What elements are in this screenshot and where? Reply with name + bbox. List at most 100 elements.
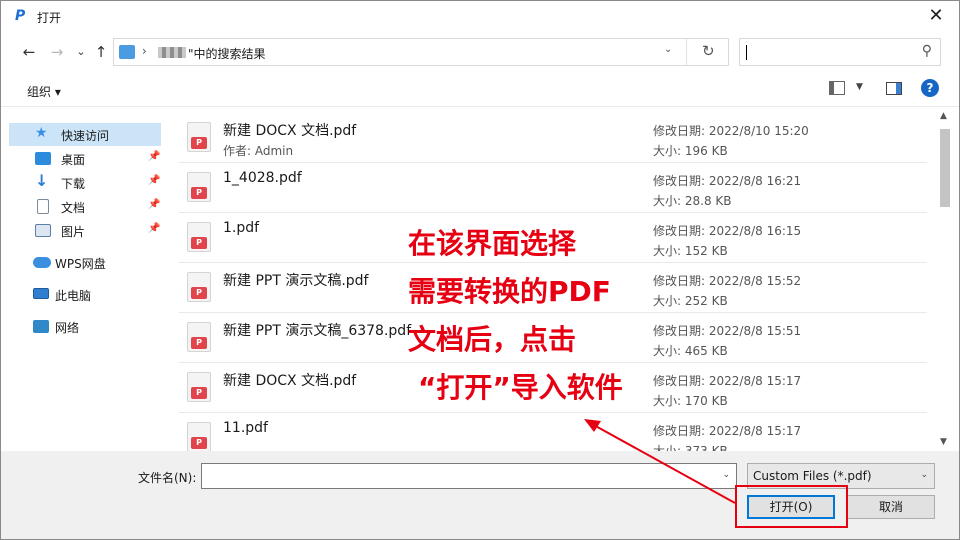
file-size: 大小: 196 KB (653, 144, 728, 158)
window-title: 打开 (37, 11, 62, 25)
sidebar-item-quick-access[interactable]: ★ 快速访问 (9, 123, 161, 146)
scroll-up-arrow[interactable]: ▲ (940, 111, 947, 121)
pdf-file-icon: P (187, 422, 211, 451)
file-author: 作者: Admin (223, 144, 294, 158)
search-icon[interactable]: ⚲ (922, 43, 932, 59)
pin-icon[interactable]: 📌 (148, 151, 160, 162)
filename-input[interactable]: ⌄ (201, 463, 737, 489)
sidebar-item-label: 网络 (55, 321, 80, 335)
file-name: 新建 DOCX 文档.pdf (223, 123, 357, 139)
file-name: 新建 DOCX 文档.pdf (223, 373, 357, 389)
sidebar-item-label: 文档 (61, 201, 86, 215)
sidebar-item-desktop[interactable]: 桌面 📌 (9, 147, 161, 170)
address-text: "中的搜索结果 (188, 47, 266, 61)
pdf-badge: P (191, 237, 207, 249)
file-name: 新建 PPT 演示文稿.pdf (223, 273, 369, 289)
document-icon (37, 199, 49, 214)
file-modified-date: 修改日期: 2022/8/8 16:15 (653, 224, 802, 238)
pdf-file-icon: P (187, 372, 211, 402)
sidebar-item-downloads[interactable]: ↓ 下载 📌 (9, 171, 161, 194)
file-modified-date: 修改日期: 2022/8/8 16:21 (653, 174, 802, 188)
pdf-file-icon: P (187, 122, 211, 152)
pdf-badge: P (191, 437, 207, 449)
pin-icon[interactable]: 📌 (148, 199, 160, 210)
help-icon[interactable]: ? (921, 79, 939, 97)
preview-pane-icon[interactable] (886, 82, 902, 95)
cancel-button[interactable]: 取消 (847, 495, 935, 519)
computer-icon (33, 288, 49, 299)
annotation-line: 文档后，点击 (408, 323, 577, 356)
navigation-bar: ← → ⌄ ↑ › "中的搜索结果 ⌄ ↻ ⚲ (1, 33, 959, 73)
picture-icon (35, 224, 51, 237)
pdf-file-icon: P (187, 322, 211, 352)
sidebar-item-label: WPS网盘 (55, 257, 106, 271)
sidebar-item-label: 桌面 (61, 153, 86, 167)
obscured-search-term (158, 47, 186, 58)
address-dropdown-button[interactable]: ⌄ (664, 44, 672, 55)
open-button-highlight-box (735, 485, 848, 528)
file-name: 新建 PPT 演示文稿_6378.pdf (223, 323, 412, 339)
file-modified-date: 修改日期: 2022/8/8 15:52 (653, 274, 802, 288)
filename-label: 文件名(N): (138, 471, 197, 485)
vertical-scrollbar[interactable]: ▲ ▼ (937, 107, 953, 451)
app-icon: P (15, 8, 26, 24)
sidebar-item-label: 此电脑 (55, 289, 92, 303)
sidebar-item-this-pc[interactable]: 此电脑 (9, 283, 161, 306)
refresh-button[interactable]: ↻ (702, 42, 715, 60)
sidebar-item-wps-cloud[interactable]: WPS网盘 (9, 251, 161, 274)
chevron-down-icon: ⌄ (920, 470, 928, 480)
file-name: 1_4028.pdf (223, 170, 302, 186)
breadcrumb-separator[interactable]: › (142, 44, 147, 58)
pdf-badge: P (191, 387, 207, 399)
desktop-icon (35, 152, 51, 165)
view-options-icon[interactable] (829, 81, 845, 95)
address-divider (686, 39, 687, 65)
search-input[interactable]: ⚲ (739, 38, 941, 66)
sidebar-item-pictures[interactable]: 图片 📌 (9, 219, 161, 242)
pdf-badge: P (191, 287, 207, 299)
up-button[interactable]: ↑ (91, 41, 111, 63)
file-name: 1.pdf (223, 220, 260, 236)
file-name: 11.pdf (223, 420, 268, 436)
pin-icon[interactable]: 📌 (148, 223, 160, 234)
filename-history-dropdown[interactable]: ⌄ (722, 470, 730, 480)
pdf-file-icon: P (187, 222, 211, 252)
network-icon (33, 320, 49, 333)
text-caret (746, 45, 747, 60)
scroll-down-arrow[interactable]: ▼ (940, 437, 947, 447)
file-modified-date: 修改日期: 2022/8/8 15:51 (653, 324, 802, 338)
annotation-line: 在该界面选择 (408, 227, 577, 260)
file-modified-date: 修改日期: 2022/8/8 15:17 (653, 374, 802, 388)
title-bar: P 打开 ✕ (1, 1, 959, 33)
pdf-badge: P (191, 337, 207, 349)
file-row[interactable]: P 1_4028.pdf 修改日期: 2022/8/8 16:21 大小: 28… (179, 163, 927, 213)
instruction-annotation: 在该界面选择 需要转换的PDF 文档后，点击 “打开”导入软件 (408, 220, 668, 412)
pdf-file-icon: P (187, 172, 211, 202)
file-row[interactable]: P 11.pdf 修改日期: 2022/8/8 15:17 大小: 373 KB (179, 413, 927, 451)
star-icon: ★ (35, 125, 48, 141)
view-options-dropdown[interactable]: ▼ (856, 82, 863, 92)
annotation-line: 需要转换的PDF (408, 275, 611, 308)
pdf-badge: P (191, 137, 207, 149)
file-row[interactable]: P 新建 DOCX 文档.pdf 作者: Admin 修改日期: 2022/8/… (179, 113, 927, 163)
pdf-badge: P (191, 187, 207, 199)
search-results-folder-icon (119, 45, 135, 59)
pdf-file-icon: P (187, 272, 211, 302)
file-modified-date: 修改日期: 2022/8/10 15:20 (653, 124, 809, 138)
file-modified-date: 修改日期: 2022/8/8 15:17 (653, 424, 802, 438)
pin-icon[interactable]: 📌 (148, 175, 160, 186)
sidebar-item-network[interactable]: 网络 (9, 315, 161, 338)
recent-locations-button[interactable]: ⌄ (71, 41, 91, 63)
close-button[interactable]: ✕ (913, 1, 959, 33)
toolbar: 组织 ▾ ▼ ? (1, 73, 959, 107)
forward-button[interactable]: → (47, 41, 67, 63)
organize-menu-button[interactable]: 组织 ▾ (27, 83, 61, 100)
address-bar[interactable]: › "中的搜索结果 ⌄ ↻ (113, 38, 729, 66)
sidebar-item-label: 下载 (61, 177, 86, 191)
sidebar-item-documents[interactable]: 文档 📌 (9, 195, 161, 218)
back-button[interactable]: ← (19, 41, 39, 63)
scrollbar-thumb[interactable] (940, 129, 950, 207)
file-type-filter-value: Custom Files (*.pdf) (753, 469, 872, 483)
sidebar-item-label: 快速访问 (61, 129, 110, 143)
cloud-icon (33, 257, 51, 268)
